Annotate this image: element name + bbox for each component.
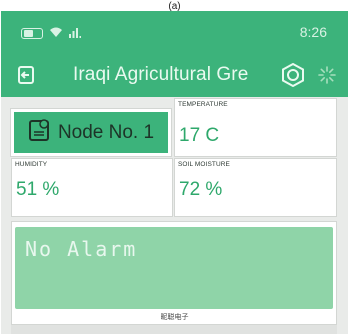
- exit-icon[interactable]: [17, 65, 37, 85]
- app-title: Iraqi Agricultural Gre: [73, 64, 249, 85]
- humidity-value: 51 %: [16, 179, 60, 200]
- status-time: 8:26: [299, 24, 327, 40]
- bottom-strip: [11, 325, 337, 334]
- node-button-label: Node No. 1: [57, 121, 155, 143]
- humidity-label: HUMIDITY: [15, 161, 48, 168]
- device-icon: [28, 118, 50, 147]
- wifi-icon: [49, 26, 63, 41]
- battery-icon: [21, 28, 43, 39]
- app-bar: Iraqi Agricultural Gre: [1, 53, 348, 97]
- temperature-widget: TEMPERATURE 17 C: [174, 98, 337, 157]
- status-icons: [21, 26, 85, 41]
- soil-moisture-value: 72 %: [179, 179, 223, 200]
- soil-moisture-widget: SOIL MOISTURE 72 %: [174, 158, 337, 217]
- lcd-display: No Alarm: [15, 227, 333, 309]
- signal-icon: [69, 26, 85, 41]
- humidity-widget: HUMIDITY 51 %: [11, 158, 173, 217]
- temperature-value: 17 C: [179, 125, 220, 146]
- loading-spinner-icon: [318, 66, 336, 84]
- settings-icon[interactable]: [281, 62, 305, 88]
- lcd-footer-label: 昵聪电子: [160, 314, 189, 321]
- lcd-text: No Alarm: [25, 237, 138, 261]
- status-bar: 8:26: [1, 11, 348, 53]
- phone-screen: 8:26 Iraqi Agricultural Gre Node No. 1 T…: [1, 11, 348, 334]
- node-button[interactable]: Node No. 1: [10, 108, 172, 157]
- temperature-label: TEMPERATURE: [178, 101, 228, 108]
- soil-moisture-label: SOIL MOISTURE: [178, 161, 230, 168]
